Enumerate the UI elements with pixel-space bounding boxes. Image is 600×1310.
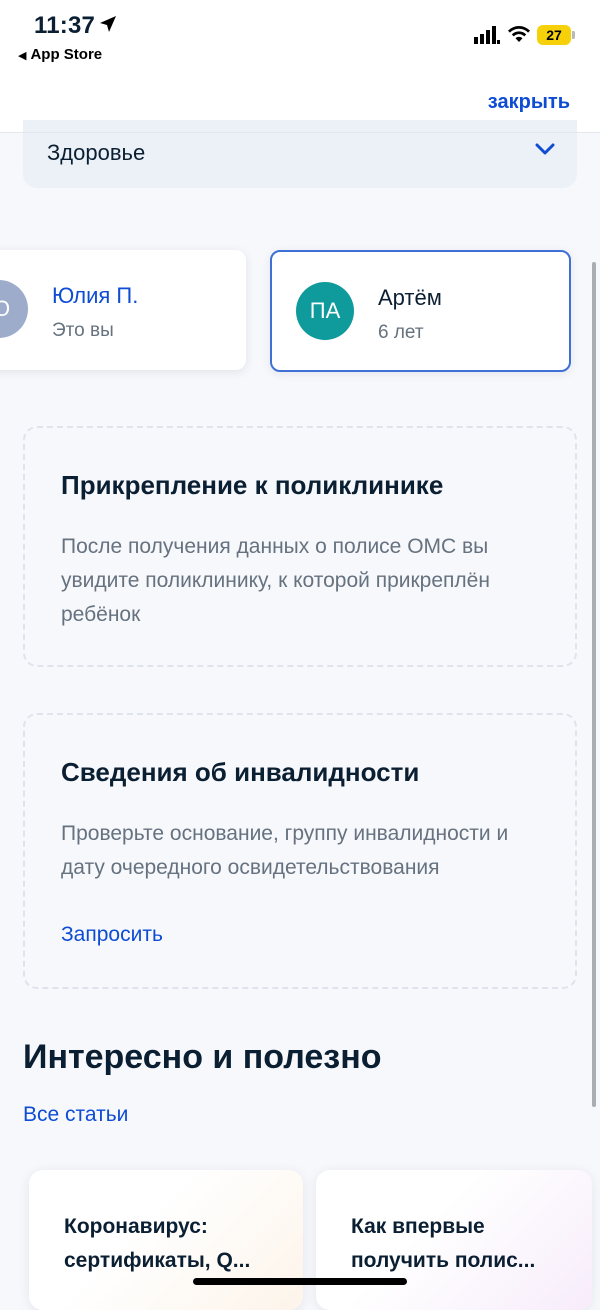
header-divider (0, 132, 600, 133)
person-name: Юлия П. (52, 283, 139, 308)
battery-tip (572, 31, 575, 39)
cellular-signal-icon (474, 26, 500, 44)
chevron-down-icon (535, 143, 555, 155)
person-subtitle: Это вы (52, 320, 114, 341)
avatar: Ю (0, 280, 28, 338)
back-to-app-store[interactable]: ◀ App Store (18, 46, 102, 63)
category-select[interactable]: Здоровье (23, 120, 577, 188)
card-text: Проверьте основание, группу инвалидности… (61, 822, 509, 879)
person-subtitle: 6 лет (378, 322, 424, 343)
back-triangle-icon: ◀ (18, 50, 27, 62)
card-title: Сведения об инвалидности (61, 757, 420, 787)
home-indicator[interactable] (193, 1278, 407, 1285)
scrollbar[interactable] (592, 262, 596, 1107)
section-title: Интересно и полезно (23, 1038, 382, 1076)
all-articles-link[interactable]: Все статьи (23, 1103, 128, 1127)
category-select-value: Здоровье (47, 140, 146, 165)
article-title: Коронавирус: сертификаты, Q... (64, 1215, 251, 1272)
avatar: ПА (296, 282, 354, 340)
back-app-label: App Store (30, 46, 103, 63)
status-time: 11:37 (34, 12, 96, 39)
clinic-attachment-card: Прикрепление к поликлинике После получен… (23, 426, 577, 667)
close-button[interactable]: закрыть (488, 91, 570, 114)
location-arrow-icon (100, 16, 116, 32)
article-card[interactable]: Как впервые получить полис... (316, 1170, 592, 1310)
status-bar: 11:37 ◀ App Store 27 (0, 0, 600, 80)
person-card-yulia[interactable]: Ю Юлия П. Это вы (0, 250, 246, 370)
disability-info-card: Сведения об инвалидности Проверьте основ… (23, 713, 577, 989)
request-link[interactable]: Запросить (61, 923, 163, 947)
article-card[interactable]: Коронавирус: сертификаты, Q... (29, 1170, 303, 1310)
person-name: Артём (378, 285, 442, 310)
wifi-icon (508, 26, 530, 42)
article-title: Как впервые получить полис... (351, 1215, 536, 1272)
card-text: После получения данных о полисе ОМС вы у… (61, 535, 490, 626)
person-card-artem[interactable]: ПА Артём 6 лет (270, 250, 571, 372)
battery-level: 27 (537, 25, 571, 45)
card-title: Прикрепление к поликлинике (61, 470, 444, 500)
